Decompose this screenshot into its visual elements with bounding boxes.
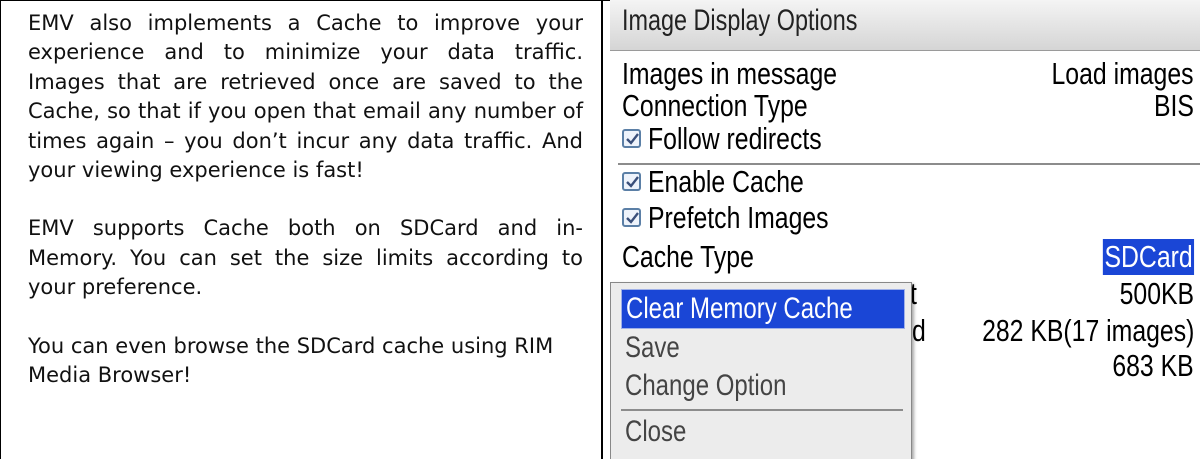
enable-cache-checkbox[interactable]: [622, 172, 641, 191]
prefetch-images-checkbox[interactable]: [622, 208, 641, 227]
connection-type-row[interactable]: Connection Type BIS: [610, 88, 1200, 124]
cache-other-value: 683 KB: [1112, 348, 1194, 383]
checkmark-icon: [626, 212, 639, 224]
frame-left-border: [0, 0, 1, 459]
connection-type-value[interactable]: BIS: [1154, 88, 1194, 124]
enable-cache-row[interactable]: Enable Cache: [610, 164, 1200, 200]
cache-used-value: 282 KB(17 images): [981, 313, 1194, 348]
frame-column-divider: [601, 0, 603, 459]
screen-header: Image Display Options: [610, 0, 1200, 51]
connection-type-label: Connection Type: [622, 88, 808, 123]
memory-limit-value[interactable]: 500KB: [1120, 276, 1194, 312]
images-in-message-row[interactable]: Images in message Load images: [610, 56, 1200, 92]
menu-separator: [621, 409, 903, 411]
cache-used-label-tail: d: [912, 313, 926, 348]
cache-type-label: Cache Type: [622, 239, 754, 274]
cache-type-row[interactable]: Cache Type SDCard: [610, 239, 1200, 275]
cache-type-value[interactable]: SDCard: [1102, 239, 1194, 275]
images-in-message-value[interactable]: Load images: [1052, 56, 1194, 92]
menu-item-close[interactable]: Close: [621, 413, 903, 451]
screen-title: Image Display Options: [622, 4, 858, 37]
menu-item-label: Close: [625, 415, 687, 448]
menu-item-label: Change Option: [625, 369, 787, 402]
menu-item-clear-memory-cache[interactable]: Clear Memory Cache: [621, 289, 905, 329]
menu-item-label: Save: [625, 331, 680, 364]
checkmark-icon: [626, 176, 639, 188]
follow-redirects-label: Follow redirects: [648, 121, 822, 156]
paragraph-cache-storage: EMV supports Cache both on SDCard and in…: [28, 216, 583, 300]
menu-item-save[interactable]: Save: [621, 329, 903, 367]
images-in-message-label: Images in message: [622, 56, 838, 91]
paragraph-cache-intro: EMV also implements a Cache to improve y…: [28, 11, 583, 183]
checkmark-icon: [626, 133, 639, 145]
menu-item-label: Clear Memory Cache: [626, 292, 853, 325]
follow-redirects-checkbox[interactable]: [622, 129, 641, 148]
prefetch-images-label: Prefetch Images: [648, 200, 829, 235]
paragraph-media-browser: You can even browse the SDCard cache usi…: [28, 333, 554, 388]
context-menu[interactable]: Clear Memory Cache Save Change Option Cl…: [610, 282, 912, 459]
enable-cache-label: Enable Cache: [648, 164, 804, 199]
menu-item-change-option[interactable]: Change Option: [621, 367, 903, 405]
follow-redirects-row[interactable]: Follow redirects: [610, 121, 1200, 157]
device-screen: Image Display Options Images in message …: [610, 0, 1200, 459]
description-column: EMV also implements a Cache to improve y…: [28, 9, 583, 419]
document-frame: EMV also implements a Cache to improve y…: [0, 0, 1200, 459]
prefetch-images-row[interactable]: Prefetch Images: [610, 200, 1200, 236]
